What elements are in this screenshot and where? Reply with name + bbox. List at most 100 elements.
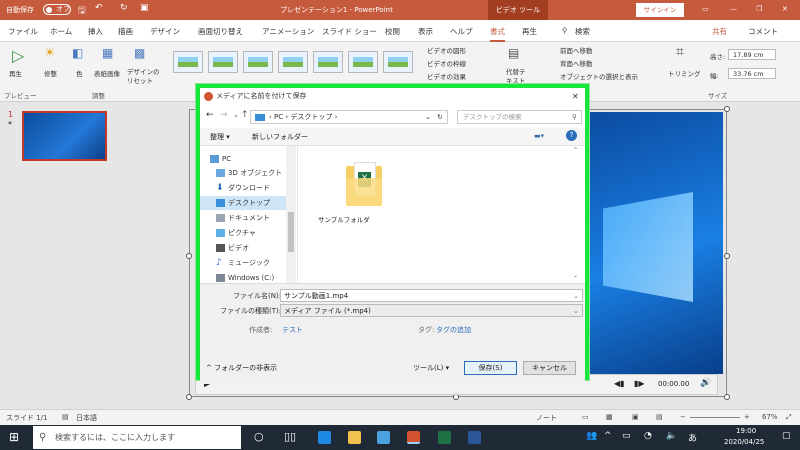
save-icon[interactable]: 🖫 — [78, 3, 86, 19]
up-icon[interactable]: ↑ — [241, 110, 249, 120]
tab-home[interactable]: ホーム — [50, 26, 72, 37]
tab-draw[interactable]: 描画 — [118, 26, 133, 37]
signin-button[interactable]: サインイン — [636, 3, 684, 17]
comment-button[interactable]: コメント — [748, 26, 778, 37]
refresh-icon[interactable]: ↻ — [437, 111, 443, 124]
sorter-view-icon[interactable]: ▦ — [606, 413, 613, 421]
zoom-in-icon[interactable]: + — [744, 413, 750, 421]
nav-music[interactable]: ♪ ミュージック — [200, 256, 286, 270]
slideshow-icon[interactable]: ▣ — [140, 3, 149, 13]
edge-icon[interactable] — [318, 431, 331, 444]
share-button[interactable]: 共有 — [712, 26, 727, 37]
zoom-out-icon[interactable]: − — [680, 413, 686, 421]
new-folder-button[interactable]: 新しいフォルダー — [252, 132, 308, 142]
folder-search-input[interactable]: デスクトップの検索 ⚲ — [457, 110, 582, 124]
video-shape-button[interactable]: ビデオの図形 — [427, 45, 466, 55]
video-effects-button[interactable]: ビデオの効果 — [427, 71, 466, 81]
filename-input[interactable]: サンプル動画1.mp4 ⌄ — [280, 289, 583, 302]
save-button[interactable]: 保存(S) — [464, 361, 517, 375]
language-indicator[interactable]: 日本語 — [76, 413, 97, 423]
selection-pane-button[interactable]: オブジェクトの選択と表示 — [560, 71, 638, 81]
resize-handle[interactable] — [724, 253, 730, 259]
view-options-icon[interactable]: ▬▾ — [534, 132, 544, 140]
fit-slide-icon[interactable]: ⤢ — [786, 413, 792, 422]
file-scrollbar[interactable]: ^ ⌄ — [571, 146, 583, 283]
tab-review[interactable]: 校閲 — [385, 26, 400, 37]
nav-downloads[interactable]: ⬇ ダウンロード — [200, 181, 286, 195]
network-icon[interactable]: ◔ — [644, 431, 652, 441]
tab-file[interactable]: ファイル — [8, 26, 38, 37]
back-icon[interactable]: ← — [206, 110, 214, 120]
restore-icon[interactable]: ❐ — [756, 5, 762, 13]
slide-thumbnail[interactable] — [22, 111, 107, 161]
tags-value[interactable]: タグの追加 — [436, 325, 471, 335]
video-style-6[interactable] — [348, 51, 378, 73]
normal-view-icon[interactable]: ▭ — [582, 413, 589, 421]
autosave-toggle[interactable]: オフ — [43, 4, 71, 15]
step-back-icon[interactable]: ◀▮ — [614, 379, 625, 388]
height-input[interactable]: 17.89 cm — [728, 49, 776, 60]
close-icon[interactable]: ✕ — [782, 5, 788, 13]
ime-mode-icon[interactable]: あ — [688, 431, 697, 444]
mail-icon[interactable] — [377, 431, 390, 444]
nav-documents[interactable]: ドキュメント — [200, 211, 286, 225]
video-style-5[interactable] — [313, 51, 343, 73]
nav-windows-c[interactable]: Windows (C:) — [200, 271, 286, 283]
nav-pc[interactable]: PC — [200, 152, 286, 166]
task-view-icon[interactable]: ▯▯ — [284, 430, 296, 443]
breadcrumb-pc[interactable]: PC — [274, 113, 283, 121]
word-icon[interactable] — [468, 431, 481, 444]
slideshow-view-icon[interactable]: ▤ — [656, 413, 663, 421]
explorer-icon[interactable] — [348, 431, 361, 444]
nav-3d-objects[interactable]: 3D オブジェクト — [200, 166, 286, 180]
tab-slideshow[interactable]: スライド ショー — [322, 26, 377, 37]
cortana-icon[interactable]: ○ — [254, 430, 264, 443]
tab-format[interactable]: 書式 — [490, 26, 505, 42]
tab-animations[interactable]: アニメーション — [262, 26, 314, 37]
width-input[interactable]: 33.76 cm — [728, 68, 776, 79]
folder-item[interactable]: X サンプルフォルダ — [318, 152, 382, 232]
poster-frame-button[interactable]: 表紙画像 — [94, 68, 120, 78]
trim-button[interactable]: トリミング — [668, 68, 701, 78]
video-border-button[interactable]: ビデオの枠線 — [427, 58, 466, 68]
step-forward-icon[interactable]: ▮▶ — [634, 379, 645, 388]
volume-icon[interactable]: 🔈 — [666, 431, 677, 441]
filetype-select[interactable]: メディア ファイル (*.mp4) ⌄ — [280, 304, 583, 317]
forward-icon[interactable]: → — [220, 110, 228, 120]
tab-view[interactable]: 表示 — [418, 26, 433, 37]
people-icon[interactable]: 👥 — [586, 431, 597, 441]
volume-icon[interactable]: 🔊 — [700, 378, 711, 388]
notes-toggle[interactable]: ノート — [536, 413, 557, 423]
nav-videos[interactable]: ビデオ — [200, 241, 286, 255]
resize-handle[interactable] — [724, 394, 730, 400]
corrections-button[interactable]: 修整 — [44, 68, 57, 78]
notification-icon[interactable]: ▢ — [782, 431, 791, 441]
windows-start-icon[interactable]: ⊞ — [9, 430, 19, 444]
zoom-slider[interactable] — [690, 417, 740, 418]
redo-icon[interactable]: ↻ — [120, 3, 128, 13]
tab-transitions[interactable]: 画面切り替え — [198, 26, 243, 37]
video-style-3[interactable] — [243, 51, 273, 73]
nav-scrollbar[interactable] — [286, 146, 296, 283]
bring-forward-button[interactable]: 前面へ移動 — [560, 45, 593, 55]
minimize-icon[interactable]: — — [730, 5, 737, 13]
tab-insert[interactable]: 挿入 — [88, 26, 103, 37]
send-backward-button[interactable]: 背面へ移動 — [560, 58, 593, 68]
play-button[interactable]: 再生 — [9, 68, 22, 78]
breadcrumb-desktop[interactable]: デスクトップ — [290, 113, 332, 121]
close-icon[interactable]: ✕ — [572, 88, 579, 105]
resize-handle[interactable] — [186, 394, 192, 400]
search-icon[interactable]: ⚲ — [562, 26, 568, 35]
tab-help[interactable]: ヘルプ — [450, 26, 473, 37]
tab-design[interactable]: デザイン — [150, 26, 180, 37]
video-style-1[interactable] — [173, 51, 203, 73]
cancel-button[interactable]: キャンセル — [523, 361, 576, 375]
clock-time[interactable]: 19:00 — [736, 427, 756, 435]
clock-date[interactable]: 2020/04/25 — [724, 438, 764, 446]
address-dropdown-icon[interactable]: ⌄ — [425, 111, 431, 124]
video-style-7[interactable] — [383, 51, 413, 73]
taskbar-search[interactable]: ⚲ 検索するには、ここに入力します — [33, 426, 241, 449]
ribbon-display-icon[interactable]: ▭ — [702, 5, 709, 13]
address-bar[interactable]: › PC › デスクトップ › ⌄ ↻ — [250, 110, 448, 124]
tools-menu[interactable]: ツール(L) ▾ — [413, 363, 449, 373]
